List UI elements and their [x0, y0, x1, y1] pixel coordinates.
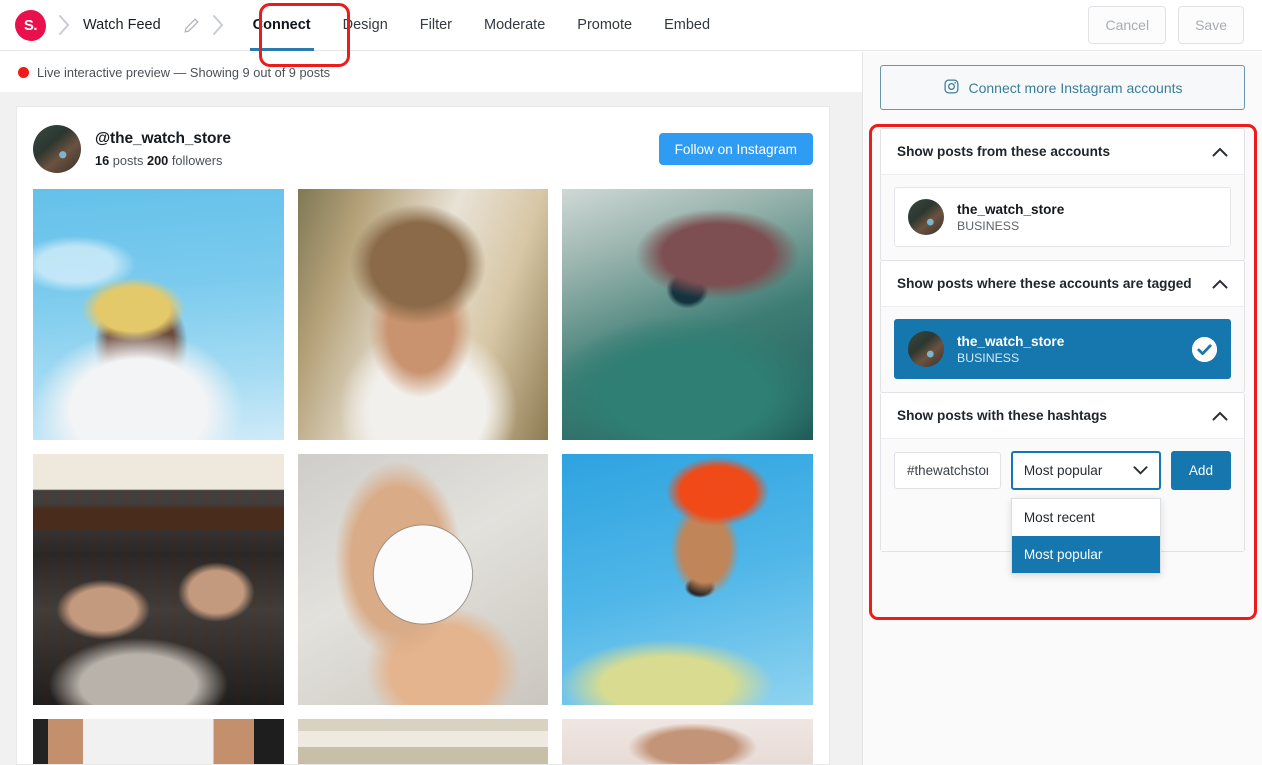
live-dot-icon [18, 66, 29, 78]
chevron-up-icon[interactable] [1212, 411, 1228, 421]
app-logo[interactable]: S. [15, 9, 46, 41]
post-grid [17, 189, 829, 764]
panel-show-posts-hashtags: Show posts with these hashtags Most popu… [880, 392, 1245, 574]
hashtag-input[interactable] [894, 452, 1001, 489]
add-hashtag-button[interactable]: Add [1170, 451, 1231, 490]
post-thumbnail[interactable] [33, 189, 284, 440]
panel-header-tagged[interactable]: Show posts where these accounts are tagg… [881, 261, 1244, 307]
chevron-up-icon[interactable] [1212, 279, 1228, 289]
post-thumbnail[interactable] [33, 454, 284, 705]
account-name: the_watch_store [957, 201, 1065, 217]
panel-body-from-accounts: the_watch_store BUSINESS [881, 175, 1244, 260]
avatar [908, 199, 944, 235]
post-thumbnail[interactable] [562, 454, 813, 705]
preview-pane: @the_watch_store 16 posts 200 followers … [0, 92, 862, 765]
breadcrumb-separator-icon-2 [212, 14, 225, 36]
account-info: the_watch_store BUSINESS [957, 202, 1064, 233]
sort-select-wrapper: Most popular Most recent Most popular [1010, 451, 1161, 574]
preview-status-bar: Live interactive preview — Showing 9 out… [0, 52, 862, 92]
chevron-down-icon [1133, 463, 1148, 478]
connect-more-accounts-button[interactable]: Connect more Instagram accounts [880, 65, 1245, 110]
sort-option-most-recent[interactable]: Most recent [1012, 499, 1160, 536]
panel-body-hashtags: Most popular Most recent Most popular Ad… [881, 439, 1244, 574]
post-thumbnail[interactable] [297, 189, 549, 440]
account-type: BUSINESS [957, 218, 1020, 233]
followers-label: followers [171, 153, 223, 168]
chevron-up-icon[interactable] [1212, 147, 1228, 157]
breadcrumb-feed-name[interactable]: Watch Feed [83, 17, 161, 33]
tab-moderate[interactable]: Moderate [468, 0, 561, 51]
hashtag-add-row: Most popular Most recent Most popular Ad… [894, 451, 1231, 574]
account-info: the_watch_store BUSINESS [957, 334, 1064, 365]
tab-promote[interactable]: Promote [561, 0, 648, 51]
pencil-icon[interactable] [183, 17, 200, 34]
sort-select-value: Most popular [1023, 463, 1103, 478]
cancel-button[interactable]: Cancel [1088, 6, 1167, 44]
avatar [908, 331, 944, 367]
panel-show-posts-tagged: Show posts where these accounts are tagg… [880, 260, 1245, 393]
tab-design[interactable]: Design [327, 0, 404, 51]
panel-title: Show posts where these accounts are tagg… [897, 276, 1192, 291]
check-circle-icon [1192, 336, 1217, 362]
post-thumbnail[interactable] [297, 454, 549, 705]
account-type: BUSINESS [957, 350, 1020, 365]
profile-meta: @the_watch_store 16 posts 200 followers [95, 130, 231, 168]
profile-counts: 16 posts 200 followers [95, 153, 231, 168]
panel-header-hashtags[interactable]: Show posts with these hashtags [881, 393, 1244, 439]
account-row-the-watch-store[interactable]: the_watch_store BUSINESS [894, 187, 1231, 247]
account-row-the-watch-store-selected[interactable]: the_watch_store BUSINESS [894, 319, 1231, 379]
posts-label: posts [112, 153, 144, 168]
panel-header-from-accounts[interactable]: Show posts from these accounts [881, 129, 1244, 175]
tab-connect[interactable]: Connect [237, 0, 327, 51]
connect-more-accounts-label: Connect more Instagram accounts [968, 79, 1183, 96]
post-thumbnail[interactable] [33, 719, 284, 764]
connect-sidebar: Connect more Instagram accounts Show pos… [862, 52, 1262, 765]
instagram-icon [943, 78, 960, 98]
posts-count: 16 [95, 153, 110, 168]
profile-handle: @the_watch_store [95, 130, 231, 147]
top-bar: S. Watch Feed Connect Design Filter Mode… [0, 0, 1262, 51]
panel-title: Show posts with these hashtags [897, 408, 1107, 423]
profile-header: @the_watch_store 16 posts 200 followers … [17, 107, 829, 189]
post-thumbnail[interactable] [562, 189, 813, 440]
instagram-feed-card: @the_watch_store 16 posts 200 followers … [16, 106, 830, 765]
post-thumbnail[interactable] [562, 719, 813, 764]
tab-embed[interactable]: Embed [648, 0, 726, 51]
sort-option-most-popular[interactable]: Most popular [1011, 536, 1160, 573]
panel-show-posts-from-accounts: Show posts from these accounts the_watch… [880, 128, 1245, 261]
preview-status-text: Live interactive preview — Showing 9 out… [37, 64, 331, 80]
avatar [33, 125, 81, 173]
top-actions: Cancel Save [1088, 6, 1244, 44]
sort-select-dropdown: Most recent Most popular [1010, 498, 1161, 574]
followers-count: 200 [146, 153, 169, 168]
sort-select[interactable]: Most popular [1010, 451, 1161, 490]
post-thumbnail[interactable] [297, 719, 549, 764]
panel-title: Show posts from these accounts [897, 144, 1111, 159]
save-button[interactable]: Save [1178, 6, 1244, 44]
panel-body-tagged: the_watch_store BUSINESS [881, 307, 1244, 392]
account-name: the_watch_store [957, 333, 1065, 349]
breadcrumb-separator-icon [58, 14, 71, 36]
tab-filter[interactable]: Filter [404, 0, 468, 51]
follow-on-instagram-button[interactable]: Follow on Instagram [658, 133, 813, 165]
tab-bar: Connect Design Filter Moderate Promote E… [237, 0, 1089, 51]
